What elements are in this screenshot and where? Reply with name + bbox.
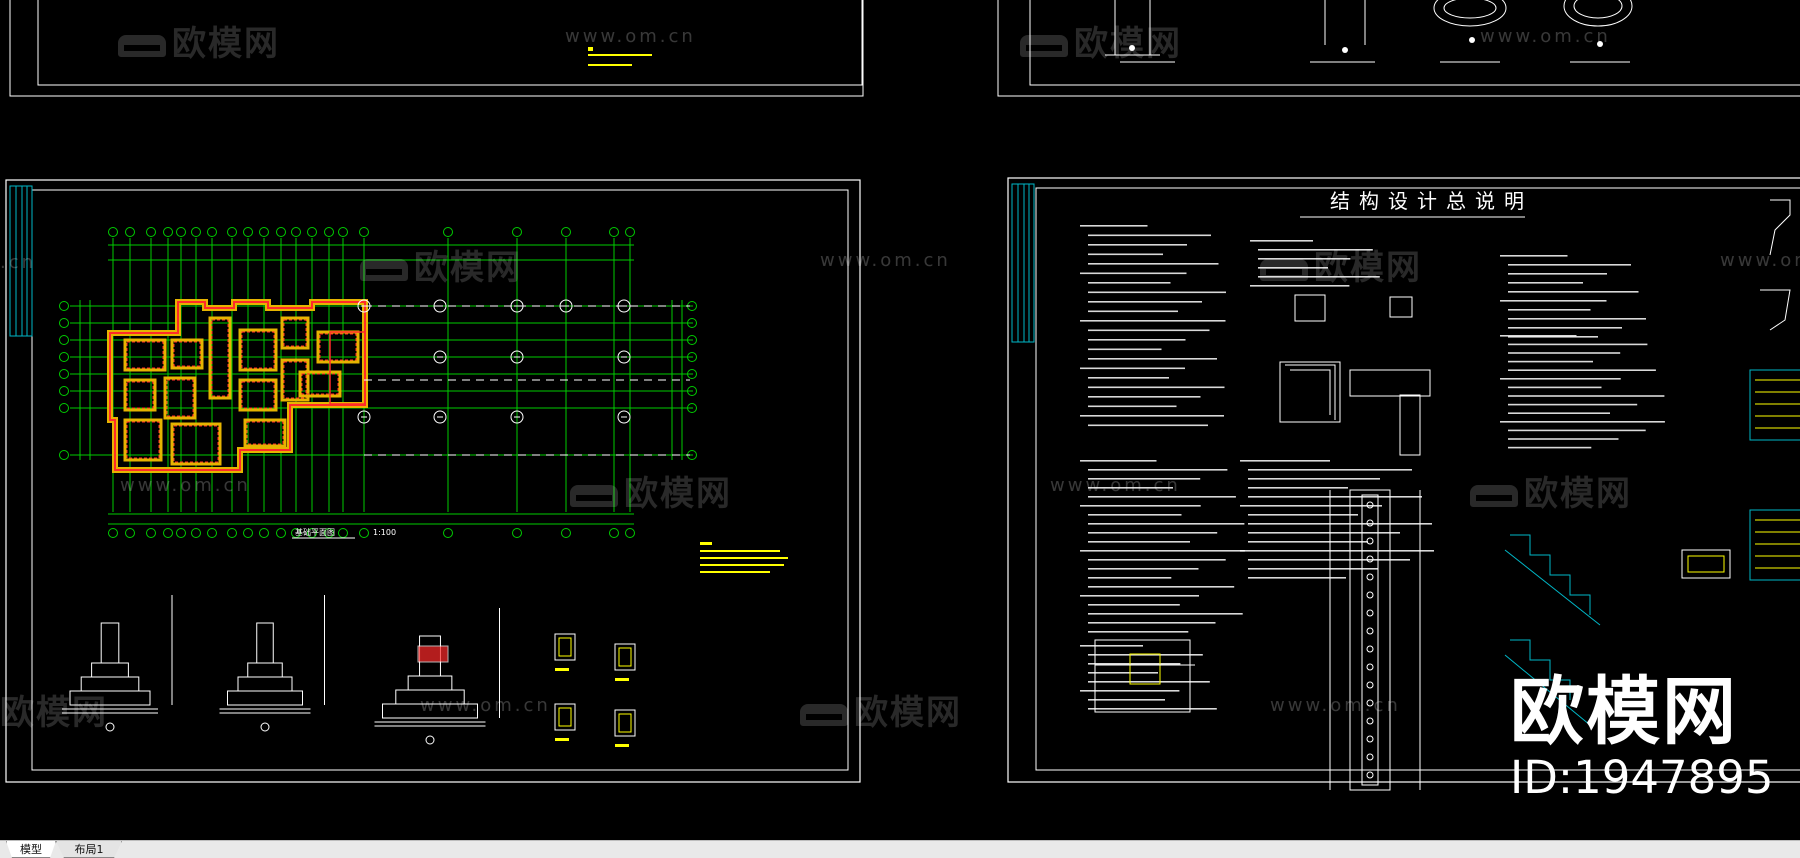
- watermark-logo: 欧模网: [1260, 240, 1422, 289]
- watermark-logo: 欧模网: [800, 685, 962, 734]
- plan-title: 基础平面图: [295, 527, 335, 537]
- watermark-logo: 欧模网: [118, 16, 280, 65]
- watermark-url: .cn: [0, 252, 37, 273]
- brand-overlay: 欧模网 ID:1947895: [1510, 672, 1774, 804]
- watermark-url: www.om.cn: [565, 26, 696, 47]
- watermark-logo: 欧模网: [570, 466, 732, 515]
- watermark-logo: 欧模网: [360, 240, 522, 289]
- plan-notes: [700, 542, 788, 573]
- watermark-url: www.om.cn: [120, 475, 251, 496]
- footing-sections: [62, 595, 636, 747]
- watermark-url: www.om.cn: [820, 250, 951, 271]
- plan-scale: 1:100: [373, 528, 396, 537]
- watermark-url: www.om.cn: [1720, 250, 1800, 271]
- watermark-url: www.om.cn: [1270, 695, 1401, 716]
- foundation-walls: [107, 299, 368, 473]
- model-id: ID:1947895: [1510, 751, 1774, 804]
- watermark-url: www.om.cn: [420, 695, 551, 716]
- layout-tab-bar: 模型 布局1: [0, 840, 1800, 858]
- watermark-url: www.om.cn: [1480, 26, 1611, 47]
- cad-model-space[interactable]: 基础平面图 1:100 结构设计总说明 欧模网 www.om.cn 欧模网 ww…: [0, 0, 1800, 840]
- watermark-url: www.om.cn: [1050, 475, 1181, 496]
- watermark-logo: 欧模网: [1470, 466, 1632, 515]
- watermark-logo: 欧模网: [0, 693, 108, 733]
- watermark-logo: 欧模网: [1020, 16, 1182, 65]
- tab-model[interactable]: 模型: [6, 841, 56, 858]
- spec-title: 结构设计总说明: [1330, 189, 1533, 213]
- brand-logo: 欧模网: [1510, 669, 1738, 755]
- tab-layout1[interactable]: 布局1: [56, 841, 122, 858]
